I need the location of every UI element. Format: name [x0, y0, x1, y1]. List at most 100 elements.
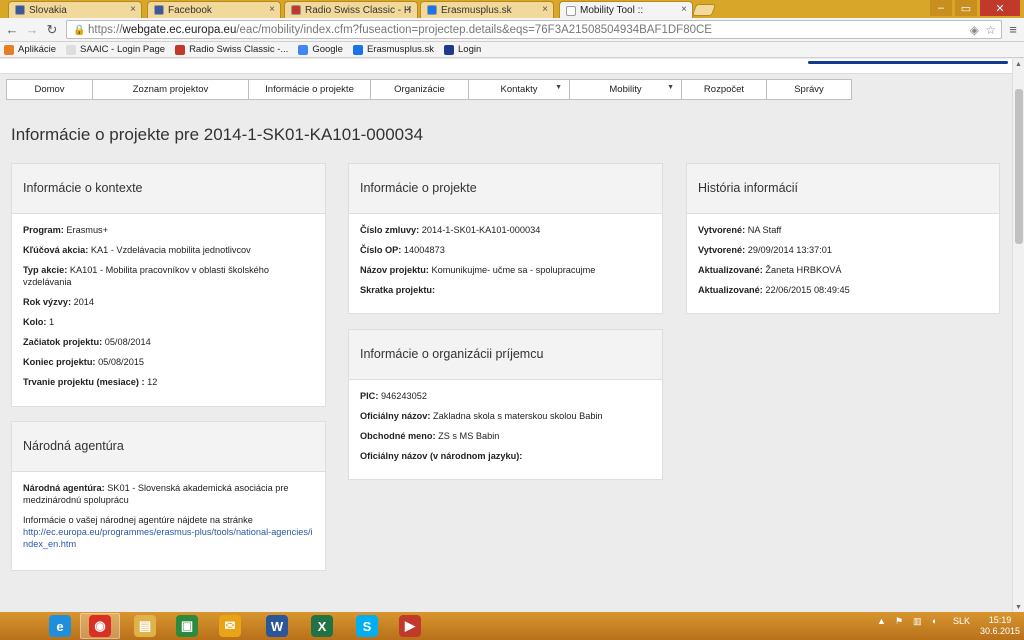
network-icon[interactable]: ▥: [913, 616, 922, 627]
menu-icon[interactable]: ≡: [1005, 22, 1021, 37]
agency-label: Národná agentúra:: [23, 483, 105, 493]
history-row: Vytvorené: 29/09/2014 13:37:01: [698, 244, 988, 256]
agency-link[interactable]: http://ec.europa.eu/programmes/erasmus-p…: [23, 526, 314, 550]
menu-item[interactable]: Mobility ▼: [570, 80, 682, 99]
start-button[interactable]: [2, 613, 32, 639]
menu-item[interactable]: Zoznam projektov: [93, 80, 249, 99]
bookmark-item[interactable]: Erasmusplus.sk: [352, 44, 435, 55]
context-label: Rok výzvy:: [23, 297, 72, 307]
url-path: /eac/mobility/index.cfm?fuseaction=proje…: [236, 23, 712, 36]
tab-close-icon[interactable]: ×: [542, 4, 548, 15]
bookmark-item[interactable]: Login: [444, 44, 481, 55]
menu-item[interactable]: Rozpočet: [682, 80, 767, 99]
browser-tab[interactable]: Mobility Tool :: ×: [559, 1, 693, 19]
shield-icon[interactable]: ◈: [970, 23, 979, 37]
tab-close-icon[interactable]: ×: [269, 4, 275, 15]
menu-item[interactable]: Kontakty ▼: [469, 80, 570, 99]
store-icon: ▣: [176, 615, 198, 637]
browser-tab[interactable]: Erasmusplus.sk ×: [420, 1, 554, 18]
tab-label: Mobility Tool ::: [580, 5, 644, 16]
taskbar-app-button[interactable]: ✉: [210, 613, 250, 639]
vertical-scrollbar[interactable]: ▲ ▼: [1012, 59, 1024, 613]
star-icon[interactable]: ☆: [985, 23, 996, 37]
volume-icon[interactable]: ◖: [931, 616, 936, 626]
taskbar-app-button[interactable]: ▤: [125, 613, 165, 639]
taskbar-app-button[interactable]: X: [302, 613, 342, 639]
flag-icon[interactable]: ⚑: [895, 616, 903, 627]
agency-info-text: Informácie o vašej národnej agentúre náj…: [23, 515, 253, 525]
bookmark-item[interactable]: SAAIC - Login Page: [66, 44, 165, 55]
history-label: Aktualizované:: [698, 265, 763, 275]
radio-icon: [175, 44, 186, 55]
clock[interactable]: 15:19 30.6.2015: [980, 615, 1020, 637]
history-label: Vytvorené:: [698, 225, 746, 235]
apps-icon: [4, 44, 14, 55]
agency-info-row: Informácie o vašej národnej agentúre náj…: [23, 514, 314, 550]
tab-close-icon[interactable]: ×: [130, 4, 136, 15]
menu-item[interactable]: Domov: [7, 80, 93, 99]
menu-item[interactable]: Informácie o projekte: [249, 80, 371, 99]
reload-icon[interactable]: ↻: [44, 22, 60, 38]
page-title: Informácie o projekte pre 2014-1-SK01-KA…: [11, 125, 424, 144]
taskbar-app-button[interactable]: e: [40, 613, 80, 639]
browser-tab-strip: Slovakia × Facebook × Radio Swiss Classic - …: [0, 0, 1024, 19]
organization-card-title: Informácie o organizácii príjemcu: [349, 330, 662, 380]
tab-favicon-icon: [15, 5, 25, 15]
history-card-title: História informácií: [687, 164, 999, 214]
maximize-button[interactable]: ▭: [955, 0, 977, 16]
taskbar-app-button[interactable]: ◉: [80, 613, 120, 639]
menu-item-label: Správy: [794, 84, 824, 95]
browser-toolbar: ← → ↻ 🔒 https:// webgate.ec.europa.eu /e…: [0, 18, 1024, 42]
tab-close-icon[interactable]: ×: [406, 4, 412, 15]
history-row: Aktualizované: Žaneta HRBKOVÁ: [698, 264, 988, 276]
project-value: 14004873: [403, 245, 445, 255]
minimize-button[interactable]: –: [930, 0, 952, 16]
tray-arrow-icon[interactable]: ▲: [877, 616, 886, 626]
taskbar-app-button[interactable]: S: [347, 613, 387, 639]
close-window-button[interactable]: ✕: [980, 0, 1020, 16]
tab-favicon-icon: [427, 5, 437, 15]
page-icon: [66, 44, 77, 55]
scrollbar-thumb[interactable]: [1015, 89, 1023, 244]
bookmark-label: Erasmusplus.sk: [366, 44, 435, 55]
context-value: 05/08/2015: [98, 357, 145, 367]
browser-tab[interactable]: Facebook ×: [147, 1, 281, 18]
forward-arrow-icon[interactable]: →: [24, 22, 40, 37]
bookmark-label: Login: [458, 44, 482, 55]
bookmark-item[interactable]: Aplikácie: [4, 44, 56, 55]
project-card-title: Informácie o projekte: [349, 164, 662, 214]
organization-label: Oficiálny názov:: [360, 411, 431, 421]
tab-close-icon[interactable]: ×: [681, 4, 687, 15]
context-card-title: Informácie o kontexte: [12, 164, 325, 214]
new-tab-button[interactable]: [691, 4, 717, 16]
browser-tab[interactable]: Radio Swiss Classic - H ×: [284, 1, 418, 18]
taskbar-app-button[interactable]: ▶: [390, 613, 430, 639]
tab-label: Slovakia: [29, 4, 67, 16]
header-strip: [0, 59, 1012, 74]
menu-item[interactable]: Správy: [767, 80, 851, 99]
address-bar[interactable]: 🔒 https:// webgate.ec.europa.eu /eac/mob…: [66, 20, 1002, 39]
taskbar-app-button[interactable]: ▣: [167, 613, 207, 639]
menu-item[interactable]: Organizácie: [371, 80, 469, 99]
context-value: 05/08/2014: [104, 337, 151, 347]
word-icon: W: [266, 615, 288, 637]
bookmark-item[interactable]: Google: [298, 44, 343, 55]
tab-favicon-icon: [291, 5, 301, 15]
context-label: Program:: [23, 225, 64, 235]
organization-value: ZS s MS Babin: [438, 431, 500, 441]
context-value: KA1 - Vzdelávacia mobilita jednotlivcov: [90, 245, 251, 255]
history-label: Vytvorené:: [698, 245, 746, 255]
menu-item-label: Zoznam projektov: [132, 84, 209, 95]
scroll-down-icon[interactable]: ▼: [1015, 604, 1022, 611]
context-label: Typ akcie:: [23, 265, 68, 275]
erasmus-icon: [352, 44, 363, 55]
browser-tab[interactable]: Slovakia ×: [8, 1, 142, 18]
taskbar-app-button[interactable]: W: [257, 613, 297, 639]
language-indicator[interactable]: SLK: [953, 616, 970, 626]
organization-row: Oficiálny názov: Zakladna skola s maters…: [360, 410, 651, 422]
bookmark-item[interactable]: Radio Swiss Classic -...: [175, 44, 288, 55]
back-arrow-icon[interactable]: ←: [4, 22, 20, 37]
project-row: Číslo zmluvy: 2014-1-SK01-KA101-000034: [360, 224, 651, 236]
scroll-up-icon[interactable]: ▲: [1015, 61, 1022, 68]
skype-icon: S: [356, 615, 378, 637]
